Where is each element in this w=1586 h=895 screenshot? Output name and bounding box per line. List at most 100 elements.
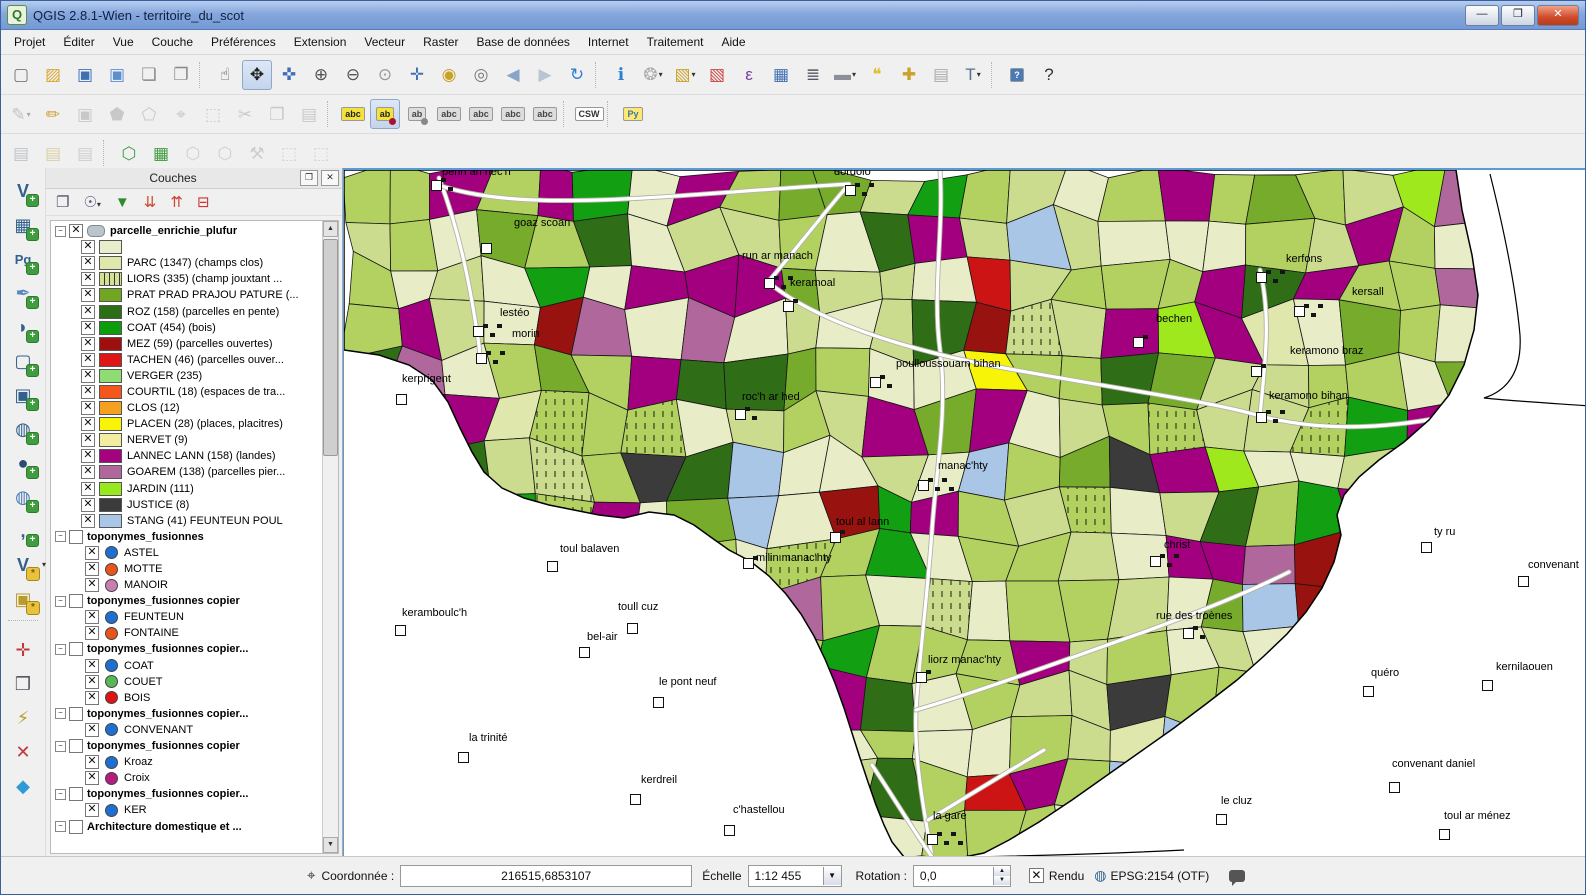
open-attribute-table-button[interactable]: ▦ xyxy=(766,60,796,90)
tree-expander[interactable]: − xyxy=(55,708,66,719)
layer-row[interactable]: −✕parcelle_enrichie_plufur xyxy=(51,223,322,239)
visibility-checkbox[interactable]: ✕ xyxy=(85,755,99,769)
new-shapefile-layer-button[interactable]: V*▾ xyxy=(8,550,38,580)
open-project-button[interactable]: ▨ xyxy=(38,60,68,90)
new-project-button[interactable]: ▢ xyxy=(6,60,36,90)
visibility-checkbox[interactable] xyxy=(69,530,83,544)
current-edits-dropdown-arrow[interactable]: ▾ xyxy=(27,110,31,119)
group-row[interactable]: −toponymes_fusionnes copier... xyxy=(51,706,322,722)
visibility-checkbox[interactable]: ✕ xyxy=(81,385,95,399)
legend-item-row[interactable]: ✕Croix xyxy=(51,770,322,786)
panel-float-button[interactable]: ❐ xyxy=(300,170,318,186)
current-edits-button[interactable]: ✎▾ xyxy=(6,99,36,129)
menu-raster[interactable]: Raster xyxy=(414,32,467,52)
csw-search-button[interactable]: CSW xyxy=(574,99,604,129)
zoom-native-button[interactable]: ⊙ xyxy=(370,60,400,90)
tree-expander[interactable]: − xyxy=(55,531,66,542)
copy-features-button[interactable]: ❐ xyxy=(262,99,292,129)
visibility-checkbox[interactable]: ✕ xyxy=(85,626,99,640)
group-row[interactable]: −toponymes_fusionnes copier... xyxy=(51,786,322,802)
select-by-expression-button[interactable]: ε xyxy=(734,60,764,90)
group-row[interactable]: −toponymes_fusionnes copier xyxy=(51,738,322,754)
menu-diter[interactable]: Éditer xyxy=(54,32,103,52)
new-spatialite-layer-button[interactable]: ▣* xyxy=(8,584,38,614)
filter-legend-button[interactable]: ▼ xyxy=(115,195,130,210)
labeling-options-button[interactable]: abc xyxy=(338,99,368,129)
add-raster-layer-button[interactable]: ▦+ xyxy=(8,210,38,240)
python-console-button[interactable]: Py xyxy=(618,99,648,129)
grass-new-vector-button[interactable]: ⬡ xyxy=(178,138,208,168)
deselect-features-button[interactable]: ▧ xyxy=(702,60,732,90)
menu-extension[interactable]: Extension xyxy=(285,32,356,52)
menu-base-de-donn-es[interactable]: Base de données xyxy=(467,32,578,52)
visibility-checkbox[interactable]: ✕ xyxy=(81,353,95,367)
legend-item-row[interactable]: ✕PRAT PRAD PRAJOU PATURE (... xyxy=(51,287,322,303)
legend-item-row[interactable]: ✕ xyxy=(51,239,322,255)
legend-item-row[interactable]: ✕ROZ (158) (parcelles en pente) xyxy=(51,303,322,319)
visibility-checkbox[interactable]: ✕ xyxy=(85,675,99,689)
visibility-checkbox[interactable]: ✕ xyxy=(85,578,99,592)
add-wfs-layer-button[interactable]: ◍+ xyxy=(8,482,38,512)
measure-button[interactable]: ▬▾ xyxy=(830,60,860,90)
legend-item-row[interactable]: ✕LIORS (335) (champ jouxtant ... xyxy=(51,271,322,287)
visibility-checkbox[interactable]: ✕ xyxy=(85,771,99,785)
title-bar[interactable]: Q QGIS 2.8.1-Wien - territoire_du_scot —… xyxy=(1,1,1585,30)
save-layer-edits-button[interactable]: ▣ xyxy=(70,99,100,129)
add-postgis-layer-button[interactable]: Pg+ xyxy=(8,244,38,274)
visibility-checkbox[interactable]: ✕ xyxy=(81,305,95,319)
legend-item-row[interactable]: ✕Kroaz xyxy=(51,754,322,770)
group-row[interactable]: −toponymes_fusionnes copier xyxy=(51,593,322,609)
select-features-button[interactable]: ▧▾ xyxy=(670,60,700,90)
legend-item-row[interactable]: ✕MEZ (59) (parcelles ouvertes) xyxy=(51,336,322,352)
visibility-checkbox[interactable]: ✕ xyxy=(81,433,95,447)
map-tips-button[interactable]: ❝ xyxy=(862,60,892,90)
map-canvas[interactable]: penn an nec'hdordologoaz scoanrun ar man… xyxy=(343,168,1585,857)
visibility-checkbox[interactable]: ✕ xyxy=(81,321,95,335)
manage-visibility-dropdown-arrow[interactable]: ▾ xyxy=(97,200,101,209)
visibility-checkbox[interactable] xyxy=(69,642,83,656)
visibility-checkbox[interactable]: ✕ xyxy=(81,417,95,431)
legend-item-row[interactable]: ✕GOAREM (138) (parcelles pier... xyxy=(51,464,322,480)
legend-item-row[interactable]: ✕CLOS (12) xyxy=(51,400,322,416)
visibility-checkbox[interactable]: ✕ xyxy=(81,288,95,302)
legend-item-row[interactable]: ✕COAT (454) (bois) xyxy=(51,320,322,336)
menu-vue[interactable]: Vue xyxy=(104,32,143,52)
scroll-up-button[interactable]: ▲ xyxy=(323,221,338,237)
cut-features-button[interactable]: ✂ xyxy=(230,99,260,129)
visibility-checkbox[interactable]: ✕ xyxy=(85,562,99,576)
legend-item-row[interactable]: ✕CONVENANT xyxy=(51,722,322,738)
coordinate-capture-button[interactable]: ✛ xyxy=(8,635,38,665)
identify-features-button[interactable]: ℹ xyxy=(606,60,636,90)
remove-layer-button[interactable]: ⊟ xyxy=(197,195,210,210)
label-rotate-button[interactable]: abc xyxy=(498,99,528,129)
expand-all-button[interactable]: ⇊ xyxy=(144,195,157,210)
add-grass-vector-layer-button[interactable]: ⬡ xyxy=(114,138,144,168)
legend-item-row[interactable]: ✕PARC (1347) (champs clos) xyxy=(51,255,322,271)
add-wcs-layer-button[interactable]: ●+ xyxy=(8,448,38,478)
legend-item-row[interactable]: ✕JARDIN (111) xyxy=(51,481,322,497)
zoom-out-button[interactable]: ⊖ xyxy=(338,60,368,90)
legend-item-row[interactable]: ✕TACHEN (46) (parcelles ouver... xyxy=(51,352,322,368)
minimize-button[interactable]: — xyxy=(1465,5,1499,26)
geometry-snapper-button[interactable]: ⚡ xyxy=(8,703,38,733)
move-feature-button[interactable]: ⬠ xyxy=(134,99,164,129)
close-button[interactable]: ✕ xyxy=(1537,5,1579,26)
add-wms-layer-button[interactable]: ◍+ xyxy=(8,414,38,444)
composer-manager-button[interactable]: ❐ xyxy=(166,60,196,90)
grass-region-display-button[interactable]: ⬚ xyxy=(274,138,304,168)
save-project-button[interactable]: ▣ xyxy=(70,60,100,90)
new-bookmark-button[interactable]: ✚ xyxy=(894,60,924,90)
grass-edit-vector-button[interactable]: ⬡ xyxy=(210,138,240,168)
scroll-down-button[interactable]: ▼ xyxy=(323,837,338,853)
heatmap-tool-button[interactable]: ◆ xyxy=(8,771,38,801)
menu-aide[interactable]: Aide xyxy=(712,32,754,52)
menu-traitement[interactable]: Traitement xyxy=(638,32,713,52)
layer-tree[interactable]: −✕parcelle_enrichie_plufur✕✕PARC (1347) … xyxy=(51,221,322,853)
menu-internet[interactable]: Internet xyxy=(579,32,638,52)
visibility-checkbox[interactable]: ✕ xyxy=(81,337,95,351)
manage-visibility-button[interactable]: ☉▾ xyxy=(83,195,100,210)
rotation-down-button[interactable]: ▼ xyxy=(994,876,1010,885)
add-spatialite-layer-button[interactable]: ✒+ xyxy=(8,278,38,308)
touch-zoom-button[interactable]: ☝ xyxy=(210,60,240,90)
offline-editing-button[interactable]: ❒ xyxy=(8,669,38,699)
